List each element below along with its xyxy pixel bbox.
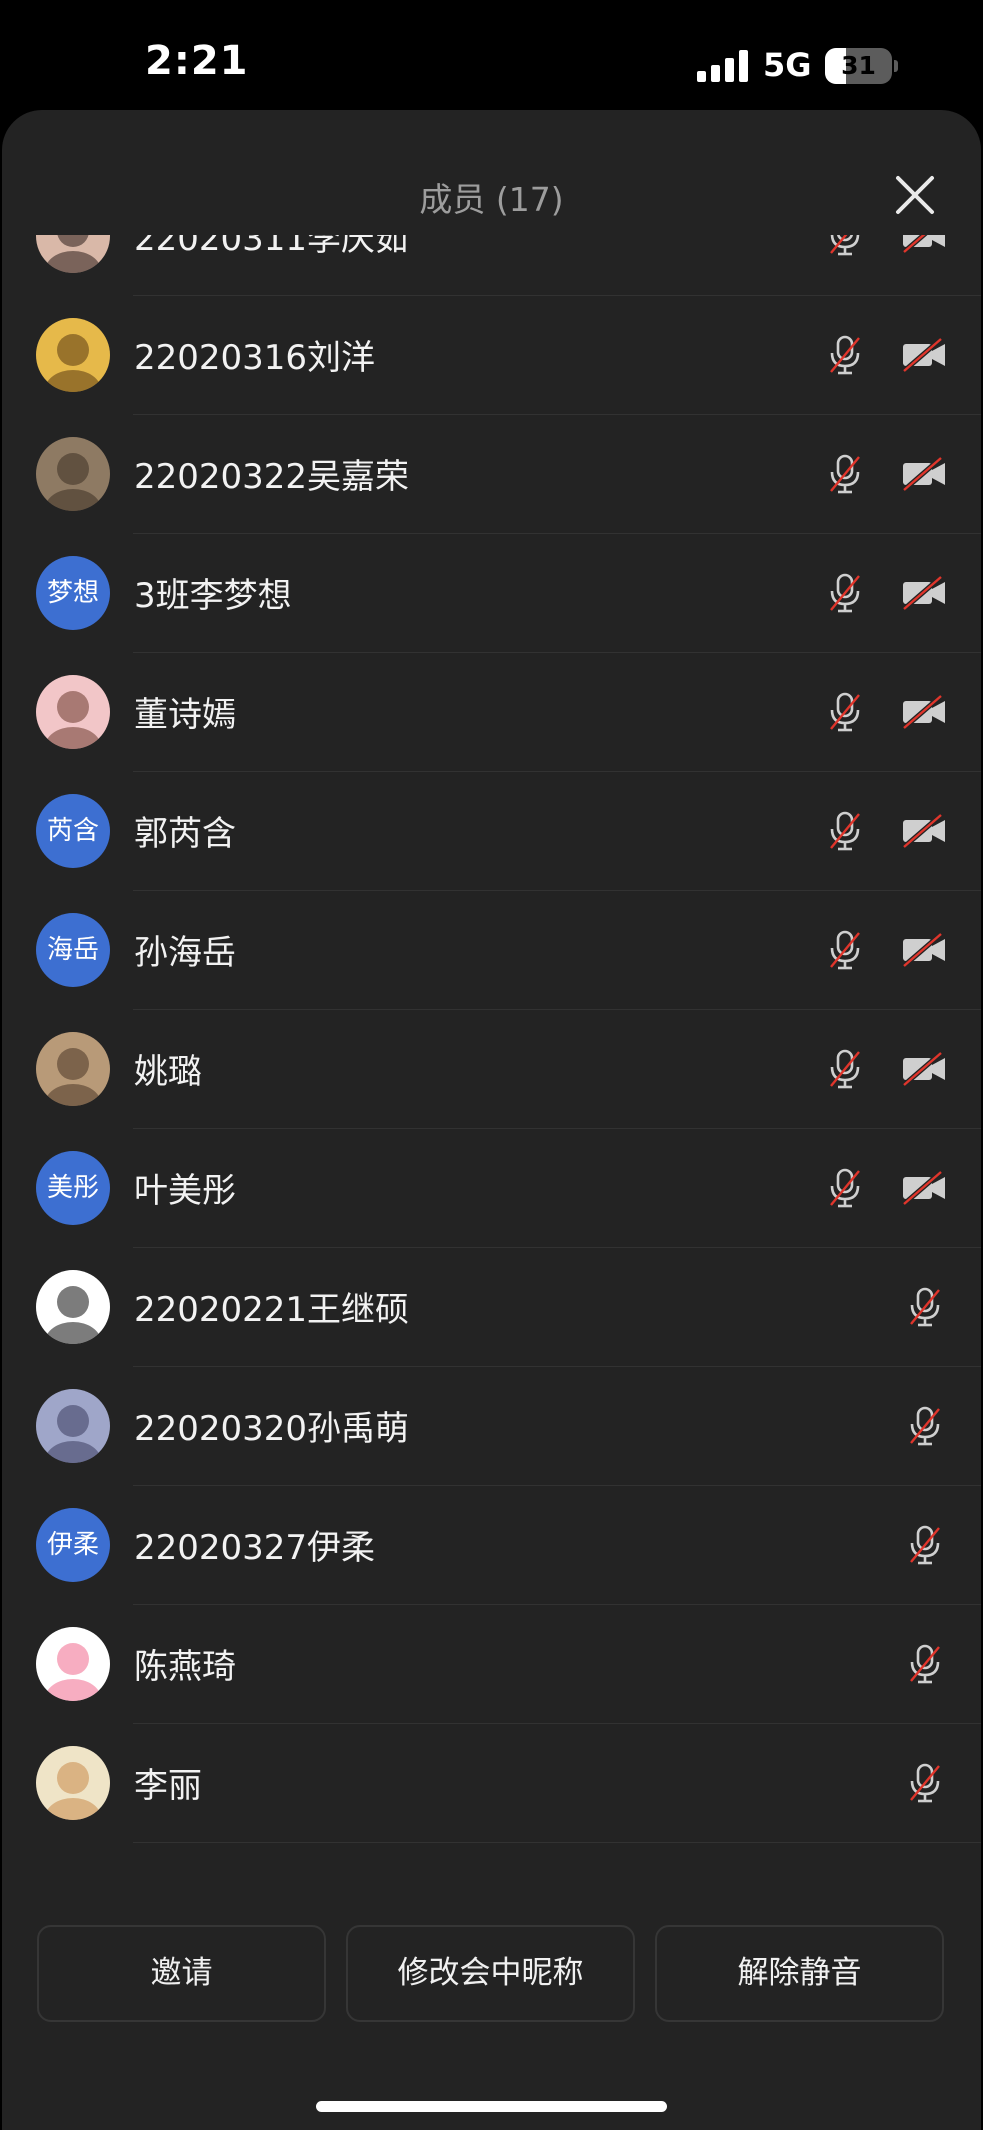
battery-level: 31: [841, 51, 876, 80]
action-bar: 邀请 修改会中昵称 解除静音: [2, 1925, 981, 2035]
mic-muted-icon: [822, 689, 868, 735]
camera-off-icon: [900, 235, 946, 259]
avatar: [36, 318, 110, 392]
member-row[interactable]: 22020221王继硕: [2, 1248, 981, 1367]
mic-muted-icon: [902, 1284, 948, 1330]
mic-muted-icon: [822, 808, 868, 854]
sheet-header: 成员 (17): [2, 110, 981, 235]
camera-off-icon: [900, 689, 946, 735]
avatar: [36, 437, 110, 511]
sheet-title: 成员 (17): [419, 180, 564, 219]
network-type: 5G: [763, 46, 812, 84]
home-indicator: [316, 2101, 667, 2112]
camera-off-icon: [900, 332, 946, 378]
member-row[interactable]: 陈燕琦: [2, 1605, 981, 1724]
member-list[interactable]: 22020311李庆茹 22020316刘洋 22020322吴嘉荣梦想 3班李梦想董…: [2, 235, 981, 1970]
member-row[interactable]: 伊柔 22020327伊柔: [2, 1486, 981, 1605]
camera-off-icon: [900, 451, 946, 497]
member-name: 叶美彤: [134, 1171, 236, 1211]
member-row[interactable]: 22020322吴嘉荣: [2, 415, 981, 534]
mic-muted-icon: [822, 235, 868, 259]
cellular-signal-icon: [697, 50, 749, 82]
member-name: 22020327伊柔: [134, 1528, 376, 1568]
member-row[interactable]: 李丽: [2, 1724, 981, 1843]
member-name: 陈燕琦: [134, 1647, 236, 1687]
members-sheet: 成员 (17) 22020311李庆茹 22020316刘洋 22020322吴嘉荣…: [2, 110, 981, 2130]
member-row[interactable]: 姚璐: [2, 1010, 981, 1129]
member-name: 3班李梦想: [134, 576, 292, 616]
member-name: 姚璐: [134, 1052, 202, 1092]
screen: 2:21 5G 31 成员 (17) 22020311李庆茹 22020316刘洋…: [0, 0, 983, 2130]
unmute-button[interactable]: 解除静音: [655, 1925, 944, 2022]
camera-off-icon: [900, 808, 946, 854]
avatar: [36, 235, 110, 273]
member-row[interactable]: 董诗嫣: [2, 653, 981, 772]
mic-muted-icon: [822, 1046, 868, 1092]
avatar: [36, 1270, 110, 1344]
camera-off-icon: [900, 570, 946, 616]
member-name: 22020221王继硕: [134, 1290, 410, 1330]
close-button[interactable]: [890, 170, 940, 220]
avatar: [36, 1032, 110, 1106]
avatar: 梦想: [36, 556, 110, 630]
member-row[interactable]: 22020320孙禹萌: [2, 1367, 981, 1486]
mic-muted-icon: [822, 927, 868, 973]
member-row[interactable]: 芮含 郭芮含: [2, 772, 981, 891]
status-bar: 2:21 5G 31: [0, 0, 983, 110]
member-row[interactable]: 22020316刘洋: [2, 296, 981, 415]
avatar: 美彤: [36, 1151, 110, 1225]
member-name: 22020316刘洋: [134, 338, 376, 378]
mic-muted-icon: [822, 1165, 868, 1211]
invite-button[interactable]: 邀请: [37, 1925, 326, 2022]
mic-muted-icon: [822, 332, 868, 378]
member-name: 22020311李庆茹: [134, 235, 410, 259]
member-row[interactable]: 美彤 叶美彤: [2, 1129, 981, 1248]
member-name: 22020320孙禹萌: [134, 1409, 410, 1449]
battery-icon: 31: [825, 48, 892, 84]
close-icon: [896, 176, 934, 214]
camera-off-icon: [900, 927, 946, 973]
avatar: [36, 675, 110, 749]
member-name: 董诗嫣: [134, 695, 236, 735]
member-name: 孙海岳: [134, 933, 236, 973]
mic-muted-icon: [902, 1522, 948, 1568]
status-time: 2:21: [145, 38, 249, 84]
rename-nickname-button[interactable]: 修改会中昵称: [346, 1925, 635, 2022]
mic-muted-icon: [822, 451, 868, 497]
camera-off-icon: [900, 1046, 946, 1092]
member-row[interactable]: 海岳 孙海岳: [2, 891, 981, 1010]
mic-muted-icon: [902, 1641, 948, 1687]
avatar: [36, 1746, 110, 1820]
mic-muted-icon: [822, 570, 868, 616]
avatar: 伊柔: [36, 1508, 110, 1582]
camera-off-icon: [900, 1165, 946, 1211]
member-name: 李丽: [134, 1766, 202, 1806]
battery-nub: [894, 60, 898, 72]
member-row[interactable]: 梦想 3班李梦想: [2, 534, 981, 653]
member-name: 郭芮含: [134, 814, 236, 854]
member-row[interactable]: 22020311李庆茹: [2, 235, 981, 296]
mic-muted-icon: [902, 1760, 948, 1806]
member-name: 22020322吴嘉荣: [134, 457, 410, 497]
avatar: [36, 1627, 110, 1701]
avatar: 海岳: [36, 913, 110, 987]
avatar: 芮含: [36, 794, 110, 868]
avatar: [36, 1389, 110, 1463]
mic-muted-icon: [902, 1403, 948, 1449]
